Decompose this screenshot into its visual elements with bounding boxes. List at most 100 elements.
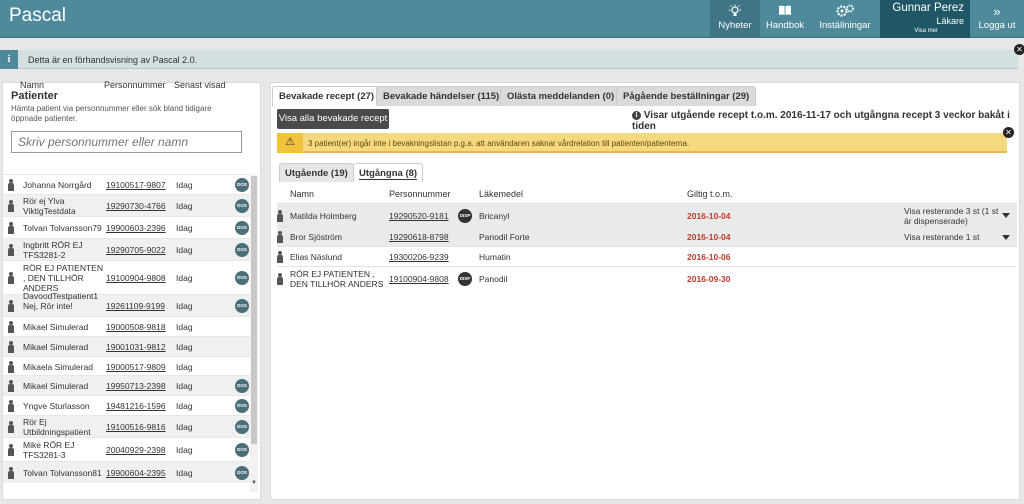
close-icon[interactable]: ✕ bbox=[1014, 44, 1024, 55]
prescription-drug: Humatin bbox=[479, 252, 511, 262]
patient-pnr-link[interactable]: 19001031-9812 bbox=[106, 342, 166, 352]
patient-name[interactable]: Rör ej Ylva ViktigTestdata bbox=[23, 196, 103, 216]
patient-name[interactable]: Ingbritt RÖR EJ TFS3281-2 bbox=[23, 240, 103, 260]
show-more-link[interactable]: Visa mer bbox=[914, 28, 938, 34]
subtab-expired[interactable]: Utgångna (8) bbox=[353, 163, 424, 182]
prescription-patient-name[interactable]: Elias Näslund bbox=[290, 252, 390, 262]
column-header-drug[interactable]: Läkemedel bbox=[479, 189, 523, 199]
close-icon[interactable]: ✕ bbox=[1003, 127, 1014, 138]
subtab-expired-label: Utgångna (8) bbox=[359, 168, 418, 180]
column-header-name[interactable]: Namn bbox=[20, 80, 44, 90]
patient-row[interactable]: Mikael Simulerad 19950713-2398 Idag DOS bbox=[3, 375, 251, 395]
patient-pnr-link[interactable]: 19481216-1596 bbox=[106, 401, 166, 411]
patient-row[interactable]: Mikaela Simulerad 19000517-9809 Idag bbox=[3, 356, 251, 375]
column-header-pnr[interactable]: Personnummer bbox=[104, 80, 166, 90]
prescription-row[interactable]: Elias Näslund 19300206-9239 Humatin 2016-10… bbox=[277, 246, 1017, 266]
patient-name[interactable]: Tolvan Tolvansson81 bbox=[23, 468, 103, 478]
prescription-patient-name[interactable]: Matilda Holmberg bbox=[290, 211, 390, 221]
expand-caret-icon[interactable] bbox=[1002, 213, 1010, 218]
prescription-patient-name[interactable]: RÖR EJ PATIENTEN , DEN TILLHÖR ANDERS bbox=[290, 269, 390, 289]
patient-row[interactable]: RÖR EJ PATIENTEN , DEN TILLHÖR ANDERS 191… bbox=[3, 260, 251, 294]
patient-name[interactable]: Mikael Simulerad bbox=[23, 322, 103, 332]
patient-row[interactable]: Ingbritt RÖR EJ TFS3281-2 19290705-9022 Id… bbox=[3, 238, 251, 260]
news-button[interactable]: Nyheter bbox=[710, 0, 760, 38]
prescription-patient-name[interactable]: Bror Sjöström bbox=[290, 232, 390, 242]
tab-ongoing-orders[interactable]: Pågående beställningar (29) bbox=[616, 86, 757, 106]
tab-watched-events[interactable]: Bevakade händelser (115) bbox=[376, 86, 507, 106]
show-remaining-link[interactable]: Visa resterande 1 st bbox=[904, 232, 1004, 242]
prescription-pnr-link[interactable]: 19290618-8798 bbox=[389, 232, 449, 242]
column-header-pnr[interactable]: Personnummer bbox=[389, 189, 451, 199]
patient-pnr-link[interactable]: 19290730-4766 bbox=[106, 201, 166, 211]
scroll-down-arrow-icon[interactable]: ▼ bbox=[251, 480, 257, 486]
patient-pnr-link[interactable]: 19900603-2396 bbox=[106, 223, 166, 233]
tab-unread-messages[interactable]: Olästa meddelanden (0) bbox=[500, 86, 622, 106]
patient-pnr-link[interactable]: 19290705-9022 bbox=[106, 245, 166, 255]
settings-button[interactable]: Inställningar bbox=[810, 0, 880, 38]
prescription-pnr-link[interactable]: 19100904-9808 bbox=[389, 274, 449, 284]
patient-row[interactable]: Rör Ej Utbildningspatient 19100516-9816 Id… bbox=[3, 415, 251, 437]
person-icon bbox=[277, 209, 283, 222]
app-title[interactable]: Pascal bbox=[9, 5, 66, 27]
patient-pnr-link[interactable]: 20040929-2398 bbox=[106, 445, 166, 455]
patient-row[interactable]: Mike RÖR EJ TFS3281-3 20040929-2398 Idag DO… bbox=[3, 437, 251, 461]
handbook-button[interactable]: Handbok bbox=[760, 0, 810, 38]
patient-name[interactable]: Johanna Norrgård bbox=[23, 180, 103, 190]
patient-pnr-link[interactable]: 19950713-2398 bbox=[106, 381, 166, 391]
patient-name[interactable]: DavoodTestpatient1 Nej, Rör inte! bbox=[23, 291, 103, 311]
disp-badge: DISP bbox=[458, 208, 472, 223]
column-header-valid[interactable]: Giltig t.o.m. bbox=[687, 189, 733, 199]
patient-name[interactable]: Tolvan Tolvansson79 bbox=[23, 223, 103, 233]
person-icon bbox=[277, 231, 283, 243]
prescription-row[interactable]: Matilda Holmberg 19290520-9181 DISP Bricany… bbox=[277, 203, 1017, 226]
dos-badge: DOS bbox=[235, 420, 249, 434]
expand-caret-icon[interactable] bbox=[1002, 234, 1010, 240]
patient-name[interactable]: Yngve Sturlasson bbox=[23, 401, 103, 411]
patient-pnr-link[interactable]: 19100904-9808 bbox=[106, 273, 166, 283]
prescription-pnr-link[interactable]: 19290520-9181 bbox=[389, 211, 449, 221]
disp-badge: DISP bbox=[458, 272, 472, 286]
patient-row[interactable]: Yngve Sturlasson 19481216-1596 Idag DOS bbox=[3, 395, 251, 415]
patient-name[interactable]: Mikaela Simulerad bbox=[23, 362, 103, 372]
prescription-row[interactable]: Bror Sjöström 19290618-8798 Panodil Forte 2… bbox=[277, 226, 1017, 246]
column-header-name[interactable]: Namn bbox=[290, 189, 314, 199]
patient-row[interactable]: Tolvan Tolvansson81 19900604-2395 Idag DOS bbox=[3, 461, 251, 483]
patient-name[interactable]: Mikael Simulerad bbox=[23, 342, 103, 352]
dos-badge: DOS bbox=[235, 379, 249, 393]
subtab-outgoing[interactable]: Utgående (19) bbox=[279, 163, 354, 182]
patient-pnr-link[interactable]: 19100517-9807 bbox=[106, 180, 166, 190]
patient-pnr-link[interactable]: 19000508-9818 bbox=[106, 322, 166, 332]
patient-last-seen: Idag bbox=[176, 322, 193, 332]
patient-pnr-link[interactable]: 19900604-2395 bbox=[106, 468, 166, 478]
showing-text: Visar utgående recept t.o.m. 2016-11-17 … bbox=[632, 110, 1010, 132]
column-header-seen[interactable]: Senast visad bbox=[174, 80, 226, 90]
patient-search-input[interactable] bbox=[11, 131, 242, 153]
prescription-drug: Panodil Forte bbox=[479, 232, 530, 242]
patient-pnr-link[interactable]: 19000517-9809 bbox=[106, 362, 166, 372]
patient-last-seen: Idag bbox=[176, 361, 193, 372]
patient-row[interactable]: Mikael Simulerad 19001031-9812 Idag bbox=[3, 336, 251, 356]
info-icon: i bbox=[632, 111, 641, 120]
user-menu[interactable]: Gunnar Perez Läkare Visa mer bbox=[880, 0, 970, 38]
patient-row[interactable]: Rör ej Ylva ViktigTestdata 19290730-4766 I… bbox=[3, 194, 251, 216]
patient-name[interactable]: Mike RÖR EJ TFS3281-3 bbox=[23, 440, 103, 460]
show-all-watched-button[interactable]: Visa alla bevakade recept bbox=[277, 109, 389, 129]
show-remaining-link[interactable]: Visa resterande 3 st (1 st är dispensera… bbox=[904, 206, 1004, 226]
patient-row[interactable]: Tolvan Tolvansson79 19900603-2396 Idag DOS bbox=[3, 216, 251, 238]
patient-row[interactable]: DavoodTestpatient1 Nej, Rör inte! 1926110… bbox=[3, 291, 251, 316]
patient-name[interactable]: Rör Ej Utbildningspatient bbox=[23, 417, 103, 437]
patient-pnr-link[interactable]: 19261109-9199 bbox=[106, 301, 165, 311]
logout-label: Logga ut bbox=[978, 20, 1016, 31]
patient-name[interactable]: Mikael Simulerad bbox=[23, 381, 103, 391]
patient-row[interactable]: Johanna Norrgård 19100517-9807 Idag DOS bbox=[3, 174, 251, 194]
scrollbar-thumb[interactable] bbox=[251, 176, 257, 444]
dos-badge: DOS bbox=[235, 399, 249, 413]
tab-watched-prescriptions[interactable]: Bevakade recept (27) bbox=[272, 86, 382, 107]
patient-name[interactable]: RÖR EJ PATIENTEN , DEN TILLHÖR ANDERS bbox=[23, 263, 103, 293]
patient-row[interactable]: Mikael Simulerad 19000508-9818 Idag bbox=[3, 316, 251, 336]
patients-title: Patienter bbox=[11, 90, 59, 102]
prescription-pnr-link[interactable]: 19300206-9239 bbox=[389, 252, 449, 262]
logout-button[interactable]: » Logga ut bbox=[970, 0, 1024, 38]
patient-pnr-link[interactable]: 19100516-9816 bbox=[106, 422, 166, 432]
prescription-row[interactable]: RÖR EJ PATIENTEN , DEN TILLHÖR ANDERS 191… bbox=[277, 266, 1017, 290]
